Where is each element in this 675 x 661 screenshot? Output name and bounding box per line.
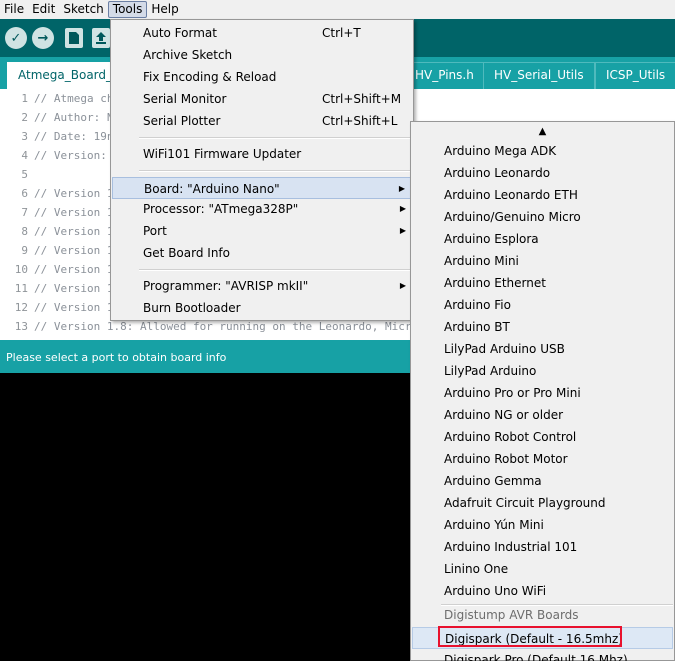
menu-item-label: Programmer: "AVRISP mkII" (143, 279, 309, 293)
submenu-arrow-icon: ▶ (399, 281, 406, 290)
menu-separator (139, 137, 411, 139)
menu-item-label: Auto Format (143, 26, 217, 40)
new-file-glyph (69, 32, 79, 44)
menu-separator (139, 269, 411, 271)
menu-item-auto-format[interactable]: Auto Format Ctrl+T (112, 22, 412, 44)
menu-item-label: Serial Plotter (143, 114, 221, 128)
upload-icon[interactable]: → (32, 27, 54, 49)
board-item[interactable]: LilyPad Arduino (412, 360, 673, 382)
shortcut-label: Ctrl+Shift+M (322, 92, 402, 106)
shortcut-label: Ctrl+T (322, 26, 361, 40)
board-item[interactable]: Arduino Leonardo (412, 162, 673, 184)
board-item[interactable]: Adafruit Circuit Playground (412, 492, 673, 514)
menu-item-programmer[interactable]: Programmer: "AVRISP mkII" ▶ (112, 275, 412, 297)
board-item[interactable]: Arduino Ethernet (412, 272, 673, 294)
submenu-arrow-icon: ▶ (399, 204, 406, 213)
tab-icsp-utils[interactable]: ICSP_Utils (595, 62, 675, 89)
board-item[interactable]: Arduino Esplora (412, 228, 673, 250)
menu-item-board[interactable]: Board: "Arduino Nano" ▶ (112, 177, 412, 199)
code-line: 9// Version 1 (21, 244, 114, 257)
menu-item-label: Board: "Arduino Nano" (144, 182, 280, 196)
menu-tools[interactable]: Tools (107, 1, 148, 18)
code-line: 2// Author: N (21, 111, 114, 124)
open-sketch-icon[interactable] (92, 28, 110, 48)
board-item[interactable]: Arduino Gemma (412, 470, 673, 492)
board-item[interactable]: Arduino Robot Motor (412, 448, 673, 470)
tab-hv-serial-utils[interactable]: HV_Serial_Utils (483, 62, 595, 89)
board-item[interactable]: LilyPad Arduino USB (412, 338, 673, 360)
menu-separator (139, 170, 411, 172)
menu-item-processor[interactable]: Processor: "ATmega328P" ▶ (112, 198, 412, 220)
scroll-up-icon[interactable]: ▲ (411, 126, 674, 137)
board-item[interactable]: Arduino/Genuino Micro (412, 206, 673, 228)
code-line: 3// Date: 19no (21, 130, 121, 143)
board-item[interactable]: Arduino BT (412, 316, 673, 338)
menu-item-wifi-updater[interactable]: WiFi101 Firmware Updater (112, 143, 412, 165)
board-item[interactable]: Linino One (412, 558, 673, 580)
submenu-arrow-icon: ▶ (399, 226, 406, 235)
board-item[interactable]: Arduino Leonardo ETH (412, 184, 673, 206)
menu-edit[interactable]: Edit (28, 1, 59, 18)
menu-help[interactable]: Help (147, 1, 182, 18)
highlight-box (438, 626, 622, 647)
menu-item-fix-encoding[interactable]: Fix Encoding & Reload (112, 66, 412, 88)
shortcut-label: Ctrl+Shift+L (322, 114, 398, 128)
board-item[interactable]: Arduino Yún Mini (412, 514, 673, 536)
menu-item-label: Serial Monitor (143, 92, 227, 106)
board-item[interactable]: Arduino Mini (412, 250, 673, 272)
code-line: 1// Atmega ch (21, 92, 114, 105)
board-item[interactable]: Arduino Uno WiFi (412, 580, 673, 602)
code-line: 6// Version 1 (21, 187, 114, 200)
code-line: 11// Version 1 (14, 282, 114, 295)
code-line: 12// Version 1 (14, 301, 114, 314)
code-line: 8// Version 1 (21, 225, 114, 238)
open-arrow-glyph (96, 32, 106, 44)
board-item[interactable]: Arduino NG or older (412, 404, 673, 426)
board-item[interactable]: Arduino Robot Control (412, 426, 673, 448)
board-item[interactable]: Arduino Fio (412, 294, 673, 316)
menu-item-label: Processor: "ATmega328P" (143, 202, 299, 216)
code-line: 5 (21, 168, 28, 181)
tools-menu: Auto Format Ctrl+T Archive Sketch Fix Enc… (110, 19, 414, 321)
code-line: 10// Version 1 (14, 263, 114, 276)
menu-sketch[interactable]: Sketch (59, 1, 107, 18)
code-line: 4// Version: 1 (21, 149, 121, 162)
tab-hv-pins[interactable]: HV_Pins.h (404, 62, 485, 89)
board-submenu: ▲ Arduino Mega ADK Arduino Leonardo Ardu… (410, 121, 675, 661)
verify-icon[interactable]: ✓ (5, 27, 27, 49)
board-item[interactable]: Arduino Mega ADK (412, 140, 673, 162)
menu-item-port[interactable]: Port ▶ (112, 220, 412, 242)
menu-item-serial-plotter[interactable]: Serial Plotter Ctrl+Shift+L (112, 110, 412, 132)
menu-item-burn-bootloader[interactable]: Burn Bootloader (112, 297, 412, 319)
menu-item-archive-sketch[interactable]: Archive Sketch (112, 44, 412, 66)
menu-item-label: Port (143, 224, 167, 238)
menu-item-board-info[interactable]: Get Board Info (112, 242, 412, 264)
board-item[interactable]: Arduino Industrial 101 (412, 536, 673, 558)
board-group-header: Digistump AVR Boards (444, 608, 579, 622)
submenu-arrow-icon: ▶ (398, 184, 405, 193)
board-item[interactable]: Arduino Pro or Pro Mini (412, 382, 673, 404)
code-line: 7// Version 1 (21, 206, 114, 219)
menu-file[interactable]: File (0, 1, 28, 18)
board-item-digispark-pro[interactable]: Digispark Pro (Default 16 Mhz) (412, 649, 673, 661)
menu-bar: File Edit Sketch Tools Help (0, 0, 675, 19)
menu-item-serial-monitor[interactable]: Serial Monitor Ctrl+Shift+M (112, 88, 412, 110)
new-sketch-icon[interactable] (65, 28, 83, 48)
